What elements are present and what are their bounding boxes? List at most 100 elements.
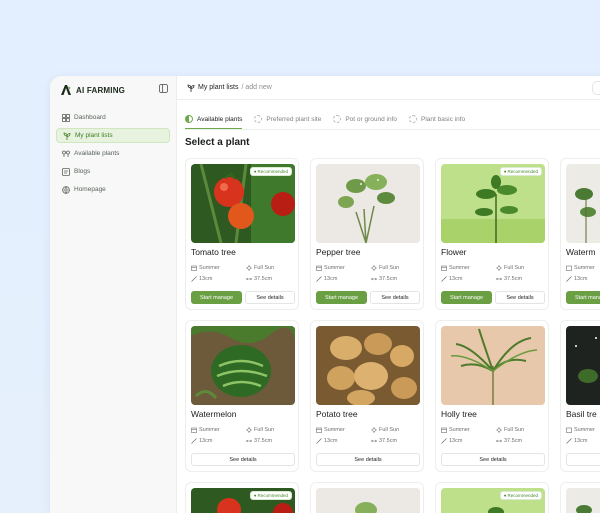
plant-card-row3[interactable]: [310, 482, 424, 513]
sidebar-toggle-icon[interactable]: [159, 84, 168, 93]
height: 13cm: [191, 438, 212, 444]
plant-name: Basil tre: [566, 409, 597, 419]
sidebar-item-label: Homepage: [74, 186, 106, 193]
step-pot-or-ground-info[interactable]: Pot or ground info: [333, 110, 409, 128]
season: Summer: [566, 265, 595, 271]
breadcrumb: My plant lists / add new: [177, 76, 600, 100]
plant-card-row3[interactable]: ● Recommended: [435, 482, 549, 513]
step-pending-icon: [333, 115, 342, 123]
plant-card-tomato[interactable]: ● Recommended Tomato tree Summer Full Sun…: [185, 158, 299, 310]
sidebar-item-label: My plant lists: [75, 132, 113, 139]
plant-card-flower[interactable]: ● Recommended Flower Summer Full Sun 13cm…: [435, 158, 549, 310]
search-box[interactable]: [592, 81, 600, 95]
plant-photo: ● Recommended: [191, 488, 295, 513]
start-manage-button[interactable]: Start manage: [191, 291, 242, 304]
step-available-plants[interactable]: Available plants: [185, 110, 254, 129]
width: 37.5cm: [371, 276, 397, 282]
start-manage-button[interactable]: Start manage: [566, 291, 600, 304]
page-title: Select a plant: [185, 137, 250, 148]
start-manage-button[interactable]: Start manage: [441, 291, 492, 304]
plant-card-watermelon[interactable]: Watermelon Summer Full Sun 13cm 37.5cm S…: [185, 320, 299, 472]
see-details-button[interactable]: See details: [191, 453, 295, 466]
ruler-icon: [191, 276, 197, 282]
sun-label: Full Sun: [379, 265, 400, 271]
main-content: My plant lists / add new Available plant…: [177, 76, 600, 513]
plant-card-basil-partial[interactable]: Basil tre Summer 13cm See details: [560, 320, 600, 472]
spread-icon: [371, 439, 377, 443]
badge-label: Recommended: [507, 169, 538, 174]
see-details-button[interactable]: See details: [495, 291, 545, 304]
season-label: Summer: [324, 427, 345, 433]
height: 13cm: [566, 276, 587, 282]
sidebar-nav: Dashboard My plant lists Available plant…: [56, 110, 170, 200]
season: Summer: [316, 265, 345, 271]
brand[interactable]: AI FARMING: [60, 84, 125, 96]
see-details-button[interactable]: See details: [566, 453, 600, 466]
sun-icon: [371, 265, 377, 271]
blog-icon: [62, 167, 70, 176]
plant-card-holly[interactable]: Holly tree Summer Full Sun 13cm 37.5cm S…: [435, 320, 549, 472]
height: 13cm: [441, 276, 462, 282]
plant-card-pepper[interactable]: Pepper tree Summer Full Sun 13cm 37.5cm …: [310, 158, 424, 310]
sprout-icon: [63, 132, 71, 140]
see-details-button[interactable]: See details: [441, 453, 545, 466]
calendar-icon: [566, 427, 572, 433]
season: Summer: [441, 265, 470, 271]
badge-label: Recommended: [257, 493, 288, 498]
spread-icon: [371, 277, 377, 281]
ruler-icon: [441, 438, 447, 444]
step-plant-basic-info[interactable]: Plant basic info: [409, 110, 477, 128]
see-details-button[interactable]: See details: [245, 291, 295, 304]
sidebar-item-blogs[interactable]: Blogs: [56, 164, 170, 179]
sun-label: Full Sun: [504, 427, 525, 433]
sun: Full Sun: [246, 265, 274, 271]
height: 13cm: [191, 276, 212, 282]
sidebar-item-homepage[interactable]: Homepage: [56, 182, 170, 197]
calendar-icon: [316, 265, 322, 271]
plant-photo: ● Recommended: [441, 164, 545, 243]
calendar-icon: [191, 265, 197, 271]
season: Summer: [441, 427, 470, 433]
width-label: 37.5cm: [379, 438, 398, 444]
stepper: Available plants Preferred plant site Po…: [185, 110, 477, 129]
plant-name: Pepper tree: [316, 247, 361, 257]
sun-icon: [246, 427, 252, 433]
plant-card-watermelon-partial[interactable]: Waterm Summer 13cm Start manage: [560, 158, 600, 310]
plant-card-potato[interactable]: Potato tree Summer Full Sun 13cm 37.5cm …: [310, 320, 424, 472]
ruler-icon: [316, 276, 322, 282]
height-label: 13cm: [449, 276, 463, 282]
sidebar-item-my-plant-lists[interactable]: My plant lists: [56, 128, 170, 143]
spread-icon: [246, 439, 252, 443]
breadcrumb-sub: / add new: [241, 84, 272, 91]
plant-card-row3[interactable]: ● Recommended: [185, 482, 299, 513]
flame-icon: ●: [253, 169, 257, 174]
season-label: Summer: [449, 265, 470, 271]
see-details-button[interactable]: See details: [370, 291, 420, 304]
plant-name: Tomato tree: [191, 247, 236, 257]
pepper-plant-image: [316, 488, 420, 513]
sprout-icon: [187, 84, 195, 92]
plant-photo: [566, 326, 600, 405]
sidebar-item-dashboard[interactable]: Dashboard: [56, 110, 170, 125]
start-manage-button[interactable]: Start manage: [316, 291, 367, 304]
sun: Full Sun: [246, 427, 274, 433]
height: 13cm: [566, 438, 587, 444]
recommended-badge: ● Recommended: [249, 491, 292, 500]
plant-card-row3[interactable]: [560, 482, 600, 513]
step-preferred-plant-site[interactable]: Preferred plant site: [254, 110, 333, 128]
steps-divider: [185, 129, 600, 130]
spread-icon: [496, 277, 502, 281]
plant-photo: [316, 326, 420, 405]
sun: Full Sun: [496, 265, 524, 271]
badge-label: Recommended: [257, 169, 288, 174]
see-details-button[interactable]: See details: [316, 453, 420, 466]
sidebar-item-available-plants[interactable]: Available plants: [56, 146, 170, 161]
breadcrumb-current[interactable]: My plant lists: [198, 84, 238, 91]
sidebar: AI FARMING Dashboard My plant lists Avai…: [50, 76, 177, 513]
potato-image: [316, 326, 420, 405]
plant-name: Potato tree: [316, 409, 358, 419]
height-label: 13cm: [449, 438, 463, 444]
sun-icon: [496, 265, 502, 271]
width-label: 37.5cm: [504, 276, 523, 282]
recommended-badge: ● Recommended: [499, 167, 542, 176]
